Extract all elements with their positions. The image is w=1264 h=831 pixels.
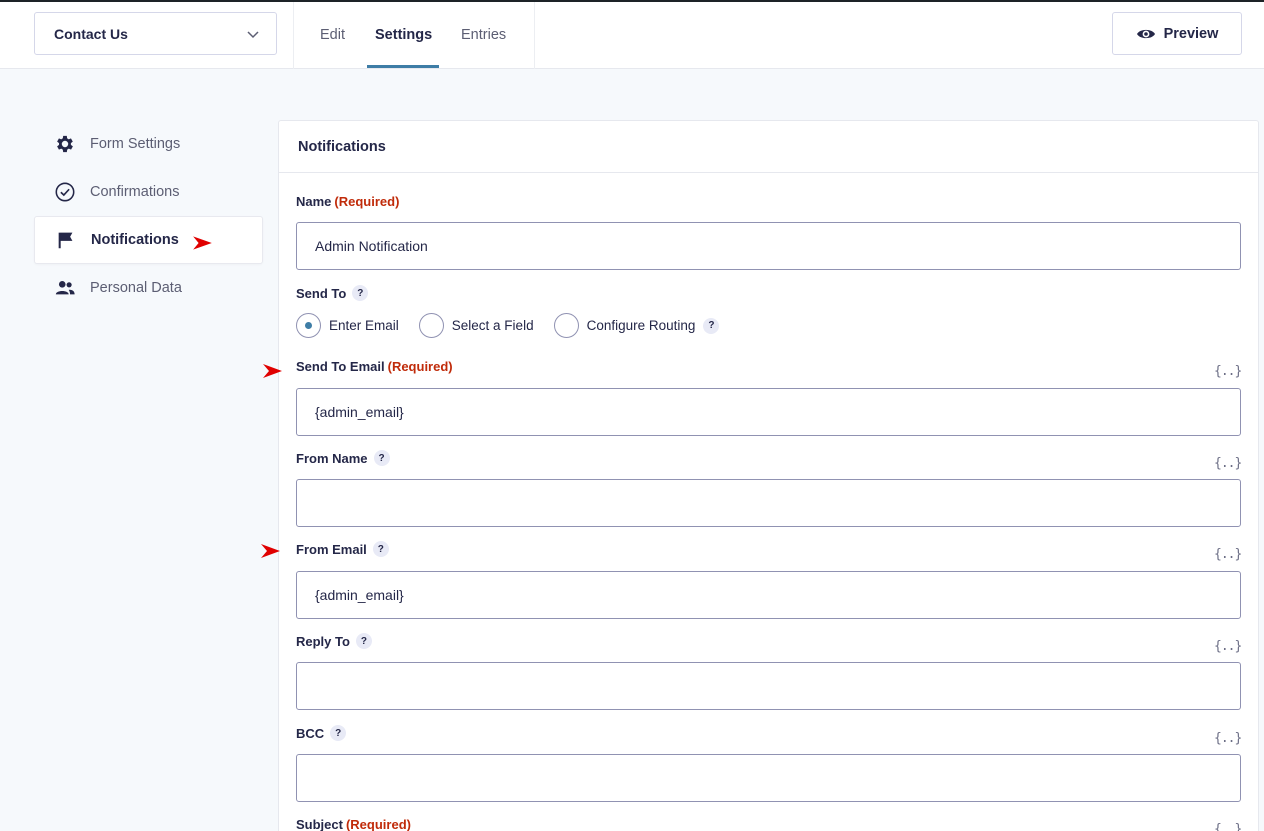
- annotation-arrow-icon: [263, 364, 282, 378]
- tab-settings[interactable]: Settings: [375, 2, 432, 68]
- name-input[interactable]: Admin Notification: [296, 222, 1241, 270]
- radio-enter-email[interactable]: Enter Email: [296, 313, 399, 338]
- form-selector-label: Contact Us: [54, 25, 128, 42]
- send-to-label-text: Send To: [296, 285, 347, 301]
- sidebar-item-label: Notifications: [91, 232, 179, 248]
- from-email-input[interactable]: {admin_email}: [296, 571, 1241, 619]
- radio-select-a-field[interactable]: Select a Field: [418, 313, 534, 338]
- name-label: Name (Required): [296, 194, 399, 209]
- subject-label: Subject (Required): [296, 817, 411, 831]
- reply-to-label-text: Reply To: [296, 633, 350, 649]
- required-indicator: (Required): [345, 817, 411, 831]
- merge-tag-icon[interactable]: {..}: [1214, 822, 1242, 831]
- radio-selected-circle: [296, 313, 321, 338]
- help-icon[interactable]: ?: [352, 285, 369, 301]
- send-to-email-input[interactable]: {admin_email}: [296, 388, 1241, 436]
- help-icon[interactable]: ?: [372, 541, 389, 557]
- tab-entries[interactable]: Entries: [461, 2, 506, 68]
- radio-configure-routing[interactable]: Configure Routing ?: [553, 313, 720, 338]
- top-bar: Contact Us Edit Settings Entries Preview: [0, 2, 1264, 69]
- merge-tag-icon[interactable]: {..}: [1214, 364, 1242, 379]
- send-to-label: Send To ?: [296, 285, 369, 301]
- sidebar-item-label: Personal Data: [90, 280, 182, 296]
- tab-edit[interactable]: Edit: [320, 2, 345, 68]
- sidebar-item-label: Form Settings: [90, 136, 181, 152]
- sidebar-item-confirmations[interactable]: Confirmations: [34, 168, 263, 216]
- preview-label: Preview: [1163, 25, 1219, 42]
- name-input-value: Admin Notification: [315, 238, 428, 254]
- help-icon[interactable]: ?: [373, 450, 390, 466]
- bcc-label: BCC ?: [296, 725, 347, 741]
- name-label-text: Name: [296, 194, 332, 209]
- merge-tag-icon[interactable]: {..}: [1214, 547, 1242, 562]
- users-icon: [55, 281, 75, 295]
- form-selector-dropdown[interactable]: Contact Us: [34, 12, 277, 55]
- send-to-email-value: {admin_email}: [315, 404, 404, 420]
- panel-title: Notifications: [279, 121, 1258, 173]
- from-email-label: From Email ?: [296, 541, 389, 557]
- bcc-input[interactable]: [296, 754, 1241, 802]
- help-icon[interactable]: ?: [355, 633, 372, 649]
- active-tab-indicator: [367, 65, 439, 68]
- flag-icon: [58, 232, 73, 249]
- sidebar-item-form-settings[interactable]: Form Settings: [34, 120, 263, 168]
- from-name-label: From Name ?: [296, 450, 390, 466]
- radio-circle: [553, 313, 579, 338]
- send-to-email-label: Send To Email (Required): [296, 359, 453, 374]
- sidebar-item-notifications[interactable]: Notifications: [34, 216, 263, 264]
- reply-to-input[interactable]: [296, 662, 1241, 710]
- radio-circle: [418, 313, 444, 338]
- help-icon[interactable]: ?: [330, 725, 347, 741]
- from-name-label-text: From Name: [296, 450, 368, 466]
- help-icon[interactable]: ?: [703, 317, 720, 334]
- sidebar-item-label: Confirmations: [90, 184, 180, 200]
- merge-tag-icon[interactable]: {..}: [1214, 639, 1242, 654]
- reply-to-label: Reply To ?: [296, 633, 372, 649]
- from-email-label-text: From Email: [296, 541, 367, 557]
- merge-tag-icon[interactable]: {..}: [1214, 731, 1242, 746]
- bcc-label-text: BCC: [296, 725, 325, 741]
- required-indicator: (Required): [387, 359, 453, 374]
- send-to-radio-group: Enter Email Select a Field Configure Rou…: [296, 313, 739, 338]
- chevron-down-icon: [247, 30, 259, 38]
- preview-button[interactable]: Preview: [1112, 12, 1242, 55]
- radio-label: Enter Email: [329, 318, 399, 333]
- required-indicator: (Required): [334, 194, 400, 209]
- send-to-email-label-text: Send To Email: [296, 359, 385, 374]
- subject-label-text: Subject: [296, 817, 343, 831]
- annotation-arrow-icon: [193, 236, 212, 250]
- from-name-input[interactable]: [296, 479, 1241, 527]
- annotation-arrow-icon: [261, 544, 280, 558]
- settings-sidebar: Form Settings Confirmations Notification…: [34, 120, 263, 312]
- gear-icon: [57, 135, 73, 153]
- radio-label: Select a Field: [451, 318, 534, 333]
- topbar-divider: [293, 2, 294, 69]
- sidebar-item-personal-data[interactable]: Personal Data: [34, 264, 263, 312]
- from-email-value: {admin_email}: [315, 587, 404, 603]
- radio-dot: [305, 322, 312, 329]
- eye-icon: [1136, 29, 1155, 38]
- topbar-divider: [534, 2, 535, 69]
- check-circle-icon: [55, 182, 75, 202]
- merge-tag-icon[interactable]: {..}: [1214, 456, 1242, 471]
- radio-label: Configure Routing: [586, 318, 696, 333]
